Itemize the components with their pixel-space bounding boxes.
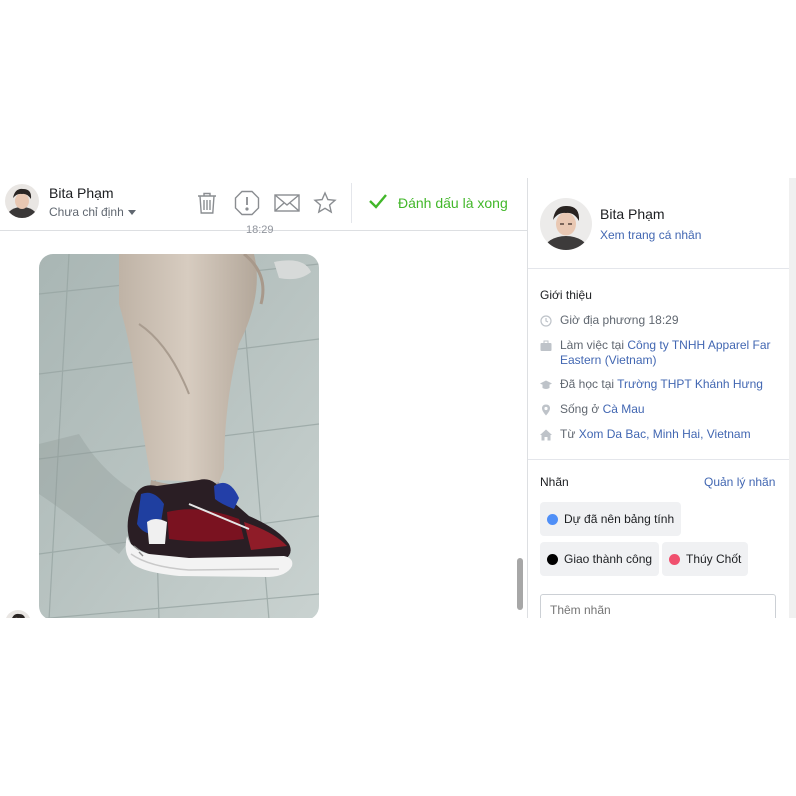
lives-prefix: Sống ở <box>560 402 600 416</box>
assignee-label: Chưa chỉ định <box>49 205 124 219</box>
briefcase-icon <box>540 340 552 352</box>
label-color-dot <box>547 553 558 565</box>
view-profile-link[interactable]: Xem trang cá nhân <box>600 228 701 242</box>
label-color-dot <box>547 513 558 525</box>
local-time-text: Giờ địa phương 18:29 <box>560 313 679 327</box>
section-divider <box>528 268 789 269</box>
lives-link[interactable]: Cà Mau <box>603 402 645 416</box>
from-row: Từ Xom Da Bac, Minh Hai, Vietnam <box>540 427 780 442</box>
labels-title: Nhãn <box>540 475 569 489</box>
label-text: Dự đã nên bảng tính <box>564 512 675 526</box>
section-divider <box>528 459 789 460</box>
star-icon[interactable] <box>312 190 338 216</box>
avatar[interactable] <box>5 184 39 218</box>
mark-done-button[interactable]: Đánh dấu là xong <box>368 192 508 213</box>
assignee-dropdown[interactable]: Chưa chỉ định <box>49 205 136 219</box>
work-row: Làm việc tại Công ty TNHH Apparel Far Ea… <box>540 338 780 368</box>
mail-icon[interactable] <box>273 190 301 216</box>
sender-avatar <box>5 610 31 618</box>
intro-title: Giới thiệu <box>540 288 592 302</box>
caret-down-icon <box>127 210 136 215</box>
message-photo[interactable] <box>39 254 319 618</box>
from-prefix: Từ <box>560 427 576 441</box>
work-prefix: Làm việc tại <box>560 338 625 352</box>
home-icon <box>540 429 552 441</box>
toolbar-divider <box>351 183 352 223</box>
alert-icon[interactable] <box>234 190 260 216</box>
manage-labels-link[interactable]: Quản lý nhãn <box>704 475 775 489</box>
add-label-input[interactable] <box>540 594 776 618</box>
profile-avatar[interactable] <box>540 198 592 250</box>
mark-done-label: Đánh dấu là xong <box>398 194 508 211</box>
local-time-row: Giờ địa phương 18:29 <box>540 313 780 328</box>
clock-icon <box>540 315 552 327</box>
app-window: Bita Phạm Chưa chỉ định Đánh dấu là xong… <box>0 0 796 796</box>
label-text: Giao thành công <box>564 552 653 566</box>
lives-row: Sống ở Cà Mau <box>540 402 780 417</box>
study-link[interactable]: Trường THPT Khánh Hưng <box>617 377 763 391</box>
from-link[interactable]: Xom Da Bac, Minh Hai, Vietnam <box>579 427 751 441</box>
label-tag[interactable]: Dự đã nên bảng tính <box>540 502 682 536</box>
location-pin-icon <box>540 404 552 416</box>
conversation-pane: Bita Phạm Chưa chỉ định Đánh dấu là xong… <box>0 178 527 618</box>
message-timestamp: 18:29 <box>246 224 274 236</box>
contact-name[interactable]: Bita Phạm <box>49 185 114 201</box>
study-row: Đã học tại Trường THPT Khánh Hưng <box>540 377 780 392</box>
label-tag[interactable]: Giao thành công <box>540 542 660 576</box>
label-color-dot <box>669 553 680 565</box>
profile-name: Bita Phạm <box>600 206 665 222</box>
label-tag[interactable]: Thúy Chốt <box>662 542 749 576</box>
label-text: Thúy Chốt <box>686 552 742 566</box>
graduation-cap-icon <box>540 379 552 391</box>
study-prefix: Đã học tại <box>560 377 615 391</box>
panel-scrollbar[interactable] <box>789 178 796 618</box>
check-icon <box>368 192 388 213</box>
chat-scrollbar[interactable] <box>517 558 523 610</box>
contact-info-panel: Bita Phạm Xem trang cá nhân Giới thiệu G… <box>527 178 789 618</box>
trash-icon[interactable] <box>194 190 220 216</box>
